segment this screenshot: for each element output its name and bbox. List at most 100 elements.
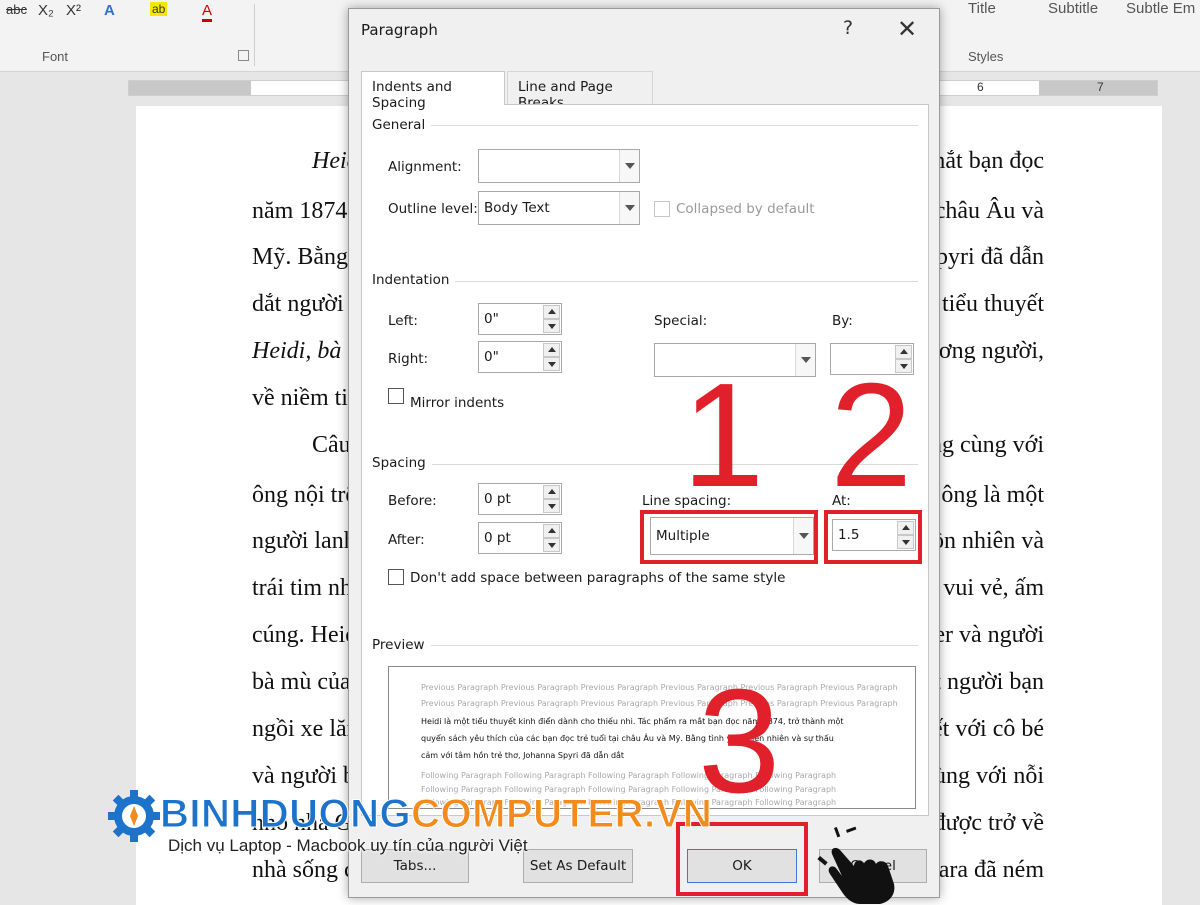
doc-line-left: nhà sống c [252, 857, 355, 883]
watermark-title: BINHDUONGCOMPUTER.VN [159, 792, 713, 837]
spin-up-icon[interactable] [543, 305, 560, 319]
mirror-indents-checkbox[interactable] [388, 388, 404, 404]
doc-line-left: Câu [312, 432, 351, 458]
doc-line-right: t người bạn [934, 669, 1044, 695]
preview-previous-line: Previous Paragraph Previous Paragraph Pr… [421, 683, 898, 692]
doc-line-left: bà mù của [252, 669, 351, 695]
collapsed-checkbox[interactable] [654, 201, 670, 217]
spin-down-icon[interactable] [543, 357, 560, 371]
spacing-heading: Spacing [372, 455, 432, 471]
before-label: Before: [388, 493, 437, 509]
style-subtitle[interactable]: Subtitle [1048, 0, 1098, 17]
dont-add-space-label: Don't add space between paragraphs of th… [410, 570, 786, 586]
doc-line-left: người lanh [252, 528, 356, 554]
tab-indents-and-spacing[interactable]: Indents and Spacing [361, 71, 505, 111]
doc-line-left: và người b [252, 763, 356, 789]
highlight-at [824, 510, 922, 564]
preview-heading: Preview [372, 637, 431, 653]
after-value: 0 pt [484, 530, 511, 546]
spin-up-icon[interactable] [543, 524, 560, 538]
text-effects-button[interactable]: A [104, 2, 115, 19]
dialog-title: Paragraph [361, 21, 438, 39]
after-stepper[interactable]: 0 pt [478, 522, 562, 554]
step-number-1: 1 [682, 353, 765, 518]
gear-logo-icon [108, 790, 160, 842]
left-indent-label: Left: [388, 313, 418, 329]
outline-level-dropdown[interactable]: Body Text [478, 191, 640, 225]
doc-line-right: ter và người [927, 622, 1044, 648]
alignment-label: Alignment: [388, 159, 462, 175]
before-value: 0 pt [484, 491, 511, 507]
doc-line-left: cúng. Heid [252, 622, 358, 648]
font-dialog-launcher-icon[interactable] [238, 50, 249, 61]
tab-line-and-page-breaks[interactable]: Line and Page Breaks [507, 71, 653, 111]
spin-up-icon[interactable] [543, 343, 560, 357]
close-icon[interactable]: ✕ [897, 15, 917, 43]
help-icon[interactable]: ? [843, 17, 853, 39]
subscript-button[interactable]: X₂ [38, 2, 54, 19]
dont-add-space-checkbox[interactable] [388, 569, 404, 585]
doc-line-left: Heidi, bà đ [252, 338, 360, 364]
left-indent-stepper[interactable]: 0" [478, 303, 562, 335]
ruler-left-margin [129, 81, 251, 95]
spin-up-icon[interactable] [543, 485, 560, 499]
special-label: Special: [654, 313, 708, 329]
superscript-button[interactable]: X² [66, 2, 81, 19]
font-group-label: Font [42, 49, 69, 64]
doc-line-right: ết với cô bé [932, 716, 1044, 742]
section-divider [372, 645, 918, 646]
doc-line-left: dắt người c [252, 291, 361, 317]
doc-line-right: Spyri đã dẫn [922, 244, 1044, 270]
by-label: By: [832, 313, 853, 329]
doc-line-right: ông là một [941, 482, 1044, 508]
doc-line-left: về niềm tin [252, 385, 360, 411]
doc-line-right: mắt bạn đọc [926, 148, 1044, 174]
doc-line-right: n tiểu thuyết [924, 291, 1044, 317]
spin-down-icon[interactable] [543, 319, 560, 333]
strikethrough-button[interactable]: abc [6, 2, 27, 17]
chevron-down-icon[interactable] [619, 150, 639, 182]
doc-line-right: châu Âu và [934, 198, 1044, 224]
indentation-heading: Indentation [372, 272, 456, 288]
set-as-default-button[interactable]: Set As Default [523, 849, 633, 883]
preview-body-line: cảm với tâm hồn trẻ thơ, Johanna Spyri đ… [421, 751, 625, 760]
doc-line-right: ng cùng với [929, 432, 1044, 458]
pointing-hand-icon [817, 826, 895, 904]
outline-level-label: Outline level: [388, 201, 478, 217]
doc-line-left: ngồi xe lăn [252, 716, 359, 742]
right-indent-stepper[interactable]: 0" [478, 341, 562, 373]
right-indent-value: 0" [484, 349, 499, 365]
left-indent-value: 0" [484, 311, 499, 327]
spin-down-icon[interactable] [543, 538, 560, 552]
alignment-dropdown[interactable] [478, 149, 640, 183]
styles-group-label: Styles [968, 49, 1004, 64]
general-heading: General [372, 117, 432, 133]
doc-line-right: ồn nhiên và [932, 528, 1044, 554]
group-divider [254, 4, 255, 66]
doc-line-left: trái tim nh [252, 575, 352, 601]
preview-box: Previous Paragraph Previous Paragraph Pr… [388, 666, 916, 809]
style-subtle-emphasis[interactable]: Subtle Em [1126, 0, 1195, 17]
style-title[interactable]: Title [968, 0, 996, 17]
doc-line-right: được trở về [933, 810, 1044, 836]
outline-level-value: Body Text [484, 200, 550, 216]
ruler-number: 7 [1097, 80, 1104, 94]
before-stepper[interactable]: 0 pt [478, 483, 562, 515]
chevron-down-icon[interactable] [795, 344, 815, 376]
mirror-indents-label: Mirror indents [410, 395, 505, 411]
highlight-button[interactable]: ab [150, 2, 168, 16]
doc-line-left: Mỹ. Bằng [252, 244, 348, 270]
spin-down-icon[interactable] [543, 499, 560, 513]
watermark-title-orange: COMPUTER.VN [411, 792, 713, 837]
doc-line-right: vui vẻ, ấm [943, 575, 1044, 601]
chevron-down-icon[interactable] [619, 192, 639, 224]
step-number-2: 2 [830, 353, 913, 518]
right-indent-label: Right: [388, 351, 429, 367]
ruler-number: 6 [977, 80, 984, 94]
highlight-line-spacing [640, 510, 818, 564]
doc-line-right: ùng với nỗi [933, 763, 1044, 789]
watermark-subtitle: Dịch vụ Laptop - Macbook uy tín của ngườ… [168, 836, 528, 855]
preview-previous-line: Previous Paragraph Previous Paragraph Pr… [421, 699, 898, 708]
section-divider [372, 125, 918, 126]
font-color-button[interactable]: A [202, 2, 213, 22]
